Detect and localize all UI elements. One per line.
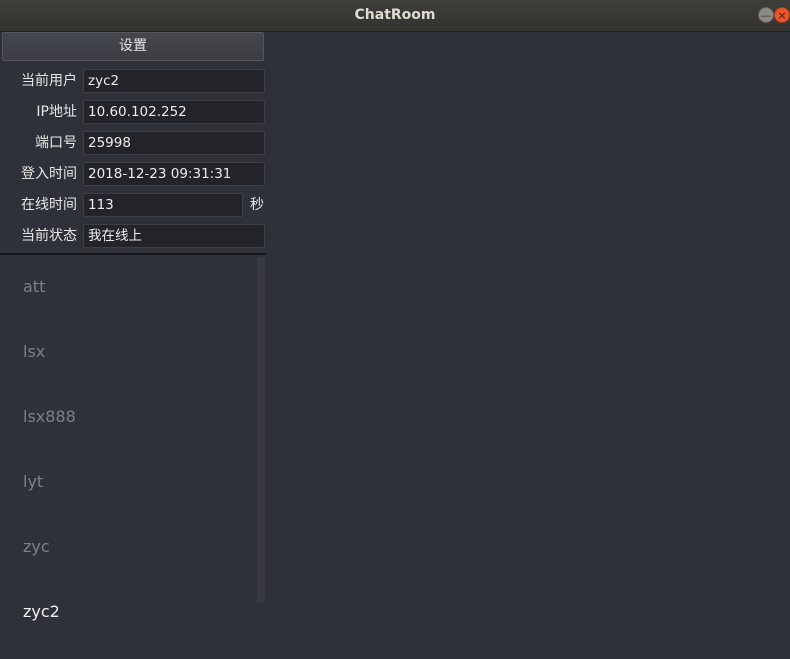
port-field[interactable]: 25998: [83, 131, 265, 155]
list-item-user[interactable]: lsx888: [23, 407, 76, 426]
ip-address-label: IP地址: [36, 104, 77, 120]
title-bar[interactable]: ChatRoom — ×: [0, 0, 790, 32]
login-time-label: 登入时间: [21, 166, 77, 182]
online-time-label: 在线时间: [21, 197, 77, 213]
list-item-user[interactable]: att: [23, 277, 45, 296]
status-label: 当前状态: [21, 228, 77, 244]
window-title: ChatRoom: [354, 7, 436, 23]
status-field[interactable]: 我在线上: [83, 224, 265, 248]
user-list[interactable]: att lsx lsx888 lyt zyc zyc2: [0, 255, 266, 659]
minimize-icon[interactable]: —: [758, 7, 774, 23]
user-list-scrollbar[interactable]: [257, 257, 265, 603]
chatroom-window: ChatRoom — × 设置 当前用户 zyc2 IP地址 10.60.102…: [0, 0, 790, 659]
current-user-label: 当前用户: [21, 73, 77, 89]
login-time-field[interactable]: 2018-12-23 09:31:31: [83, 162, 265, 186]
close-icon[interactable]: ×: [774, 7, 790, 23]
online-time-field[interactable]: 113: [83, 193, 243, 217]
list-item-user-active[interactable]: zyc2: [23, 602, 60, 621]
list-item-user[interactable]: zyc: [23, 537, 50, 556]
list-item-user[interactable]: lyt: [23, 472, 43, 491]
ip-address-field[interactable]: 10.60.102.252: [83, 100, 265, 124]
list-item-user[interactable]: lsx: [23, 342, 45, 361]
chat-content-area[interactable]: [266, 32, 790, 659]
port-label: 端口号: [35, 135, 77, 151]
settings-button[interactable]: 设置: [2, 32, 264, 61]
online-time-unit: 秒: [250, 197, 264, 213]
current-user-field[interactable]: zyc2: [83, 69, 265, 93]
